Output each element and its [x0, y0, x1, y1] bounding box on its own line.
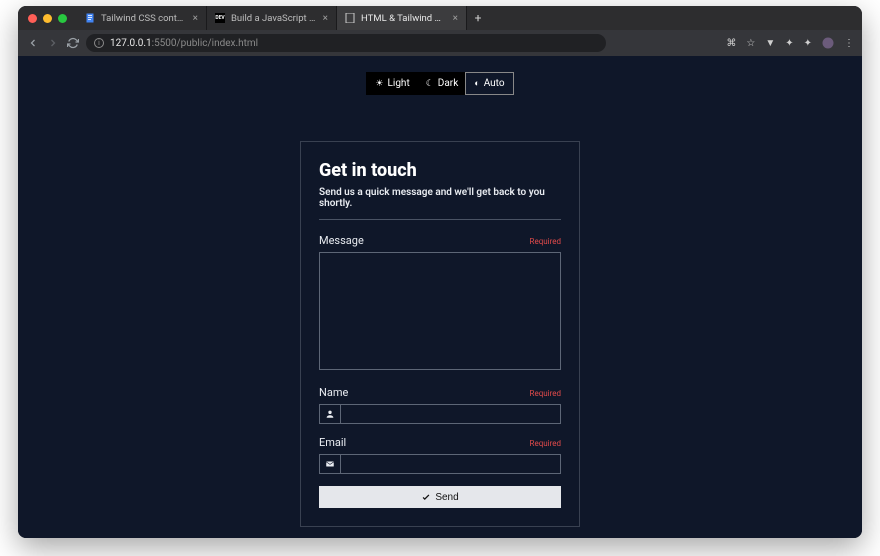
email-input[interactable]	[341, 454, 561, 474]
new-tab-button[interactable]: +	[467, 6, 489, 30]
extension-icon[interactable]: ✦	[785, 38, 793, 49]
theme-dark-button[interactable]: ☾Dark	[418, 73, 467, 94]
titlebar: Tailwind CSS contact form wit × DEV Buil…	[18, 6, 862, 30]
browser-window: Tailwind CSS contact form wit × DEV Buil…	[18, 6, 862, 538]
profile-icon[interactable]	[822, 37, 834, 49]
theme-light-button[interactable]: ☀Light	[367, 73, 417, 94]
reload-button[interactable]	[66, 36, 80, 50]
send-button[interactable]: Send	[319, 486, 561, 508]
window-controls	[18, 14, 67, 23]
page-viewport: ☀Light ☾Dark ◐Auto Get in touch Send us …	[18, 56, 862, 538]
site-info-icon[interactable]: i	[94, 38, 104, 48]
back-button[interactable]	[26, 36, 40, 50]
menu-icon[interactable]: ⋮	[844, 38, 854, 49]
theme-switcher: ☀Light ☾Dark ◐Auto	[366, 72, 513, 95]
form-subtitle: Send us a quick message and we'll get ba…	[319, 187, 561, 209]
required-badge: Required	[530, 389, 561, 398]
email-field: Email Required	[319, 436, 561, 474]
email-label: Email	[319, 436, 346, 449]
url-host: 127.0.0.1:5500/public/index.html	[110, 38, 258, 49]
maximize-window[interactable]	[58, 14, 67, 23]
page-favicon-icon	[345, 13, 355, 23]
message-field: Message Required	[319, 234, 561, 374]
message-input[interactable]	[319, 252, 561, 370]
dev-favicon-icon: DEV	[215, 13, 225, 23]
browser-tab[interactable]: Tailwind CSS contact form wit ×	[77, 6, 207, 30]
check-icon	[421, 492, 431, 502]
tab-label: Build a JavaScript and Tailwin	[231, 13, 317, 24]
close-tab-icon[interactable]: ×	[193, 13, 198, 24]
name-field: Name Required	[319, 386, 561, 424]
tab-label: Tailwind CSS contact form wit	[101, 13, 187, 24]
minimize-window[interactable]	[43, 14, 52, 23]
form-title: Get in touch	[319, 160, 561, 181]
command-icon[interactable]: ⌘	[726, 38, 736, 49]
forward-button[interactable]	[46, 36, 60, 50]
address-bar[interactable]: i 127.0.0.1:5500/public/index.html	[86, 34, 606, 52]
contact-form-card: Get in touch Send us a quick message and…	[300, 141, 580, 527]
message-label: Message	[319, 234, 364, 247]
required-badge: Required	[530, 237, 561, 246]
contrast-icon: ◐	[474, 78, 479, 89]
required-badge: Required	[530, 439, 561, 448]
divider	[319, 219, 561, 220]
browser-toolbar: i 127.0.0.1:5500/public/index.html ⌘ ☆ ▼…	[18, 30, 862, 56]
close-tab-icon[interactable]: ×	[453, 13, 458, 24]
tab-label: HTML & Tailwind CSS Contact	[361, 13, 447, 24]
theme-auto-button[interactable]: ◐Auto	[465, 72, 513, 95]
envelope-icon	[319, 454, 341, 474]
name-label: Name	[319, 386, 348, 399]
browser-tab[interactable]: DEV Build a JavaScript and Tailwin ×	[207, 6, 337, 30]
moon-icon: ☾	[426, 79, 434, 89]
toolbar-right: ⌘ ☆ ▼ ✦ ✦ ⋮	[726, 37, 854, 49]
browser-tabs: Tailwind CSS contact form wit × DEV Buil…	[77, 6, 489, 30]
shield-icon[interactable]: ▼	[765, 38, 775, 49]
puzzle-icon[interactable]: ✦	[804, 38, 812, 49]
docs-favicon-icon	[85, 13, 95, 23]
name-input[interactable]	[341, 404, 561, 424]
sun-icon: ☀	[375, 79, 383, 89]
user-icon	[319, 404, 341, 424]
bookmark-icon[interactable]: ☆	[746, 38, 755, 49]
browser-tab-active[interactable]: HTML & Tailwind CSS Contact ×	[337, 6, 467, 30]
close-window[interactable]	[28, 14, 37, 23]
close-tab-icon[interactable]: ×	[323, 13, 328, 24]
